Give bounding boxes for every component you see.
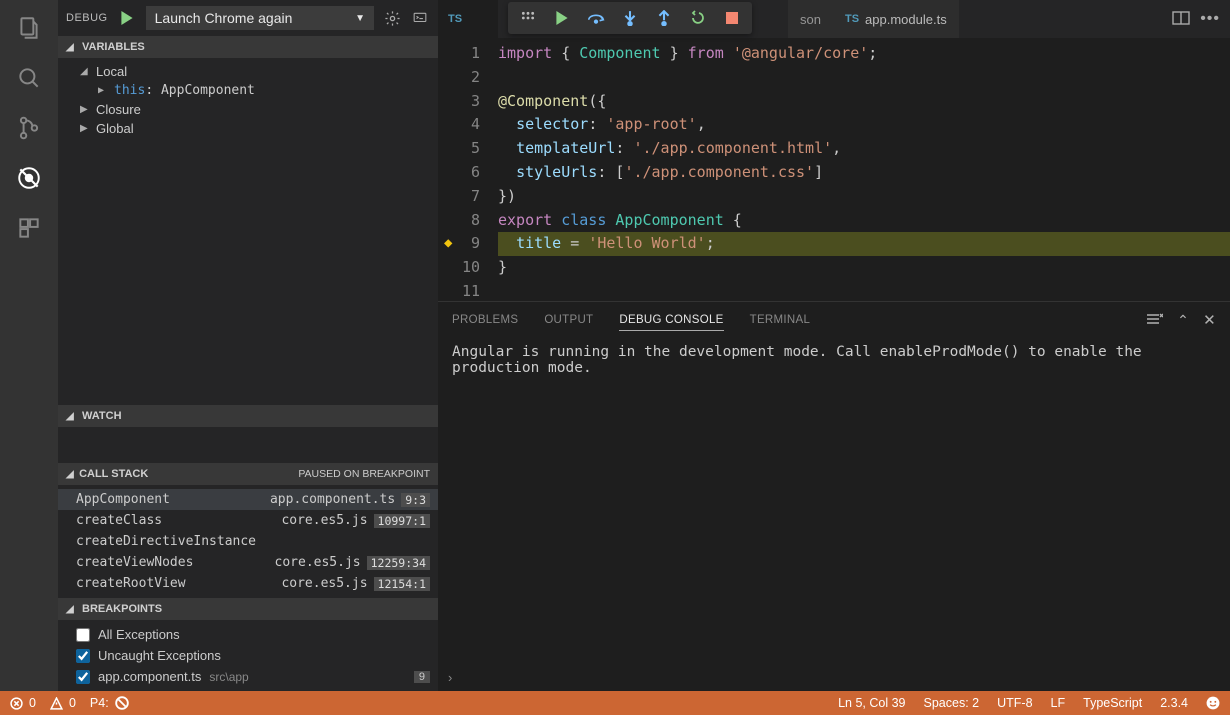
callstack-section-header[interactable]: ◢ CALL STACK PAUSED ON BREAKPOINT — [58, 463, 438, 485]
status-spaces[interactable]: Spaces: 2 — [924, 696, 980, 710]
debug-config-select[interactable]: Launch Chrome again ▼ — [146, 6, 374, 30]
debug-console-output: Angular is running in the development mo… — [438, 338, 1230, 663]
restart-button[interactable] — [682, 4, 714, 32]
tab-label: app.module.ts — [865, 12, 947, 27]
status-eol[interactable]: LF — [1051, 696, 1066, 710]
continue-button[interactable] — [546, 4, 578, 32]
status-encoding[interactable]: UTF-8 — [997, 696, 1032, 710]
status-ts-version[interactable]: 2.3.4 — [1160, 696, 1188, 710]
callstack-frame[interactable]: AppComponentapp.component.ts9:3 — [58, 489, 438, 510]
status-errors[interactable]: 0 — [10, 696, 36, 710]
panel-collapse-icon[interactable]: ⌃ — [1177, 312, 1189, 329]
variables-scope-closure[interactable]: ▶Closure — [58, 100, 438, 119]
status-bar: 0 0 P4: Ln 5, Col 39 Spaces: 2 UTF-8 LF … — [0, 691, 1230, 715]
status-port[interactable]: P4: — [90, 696, 129, 710]
callstack-frame[interactable]: createViewNodescore.es5.js12259:34 — [58, 552, 438, 573]
callstack-status: PAUSED ON BREAKPOINT — [298, 468, 430, 480]
drag-handle-icon[interactable] — [512, 4, 544, 32]
debug-toolbar — [508, 2, 752, 34]
activity-bar — [0, 0, 58, 691]
editor-area: TS son TS app.module.ts ••• 12345678◆9101… — [438, 0, 1230, 691]
breakpoint-checkbox[interactable] — [76, 649, 90, 663]
search-icon[interactable] — [15, 64, 43, 92]
variables-label: VARIABLES — [82, 41, 145, 53]
tab-active-partial[interactable]: TS — [438, 0, 498, 38]
typescript-icon: TS — [448, 13, 462, 25]
feedback-icon[interactable] — [1206, 696, 1220, 710]
watch-section-header[interactable]: ◢WATCH — [58, 405, 438, 427]
watch-label: WATCH — [82, 410, 122, 422]
variables-scope-local[interactable]: ◢Local — [58, 62, 438, 81]
variables-section-header[interactable]: ◢VARIABLES — [58, 36, 438, 58]
variables-this[interactable]: ▶this: AppComponent — [58, 81, 438, 100]
repl-input[interactable]: › — [438, 663, 1230, 691]
split-editor-icon[interactable] — [1172, 10, 1190, 29]
step-over-button[interactable] — [580, 4, 612, 32]
stop-button[interactable] — [716, 4, 748, 32]
more-icon[interactable]: ••• — [1200, 10, 1220, 28]
files-icon[interactable] — [15, 14, 43, 42]
panel-tab-problems[interactable]: PROBLEMS — [452, 310, 518, 330]
status-warnings[interactable]: 0 — [50, 696, 76, 710]
tab-hidden-json[interactable]: son — [788, 0, 833, 38]
debug-config-label: Launch Chrome again — [155, 10, 293, 26]
variables-scope-global[interactable]: ▶Global — [58, 119, 438, 138]
status-cursor[interactable]: Ln 5, Col 39 — [838, 696, 905, 710]
debug-icon[interactable] — [15, 164, 43, 192]
start-debug-button[interactable] — [116, 7, 138, 29]
chevron-down-icon: ▼ — [355, 13, 365, 24]
debug-sidebar: DEBUG Launch Chrome again ▼ ◢VARIABLES ◢… — [58, 0, 438, 691]
clear-console-icon[interactable] — [1145, 312, 1163, 329]
breakpoints-label: BREAKPOINTS — [82, 603, 162, 615]
breakpoints-section-header[interactable]: ◢BREAKPOINTS — [58, 598, 438, 620]
panel-tab-debug-console[interactable]: DEBUG CONSOLE — [619, 310, 723, 331]
panel-tab-output[interactable]: OUTPUT — [544, 310, 593, 330]
breakpoint-marker[interactable]: ◆ — [444, 232, 452, 256]
breakpoint-checkbox[interactable] — [76, 670, 90, 684]
callstack-frame[interactable]: createRootViewcore.es5.js12154:1 — [58, 573, 438, 594]
tab-app-module[interactable]: TS app.module.ts — [833, 0, 959, 38]
breakpoint-row[interactable]: All Exceptions — [58, 624, 438, 645]
breakpoint-row[interactable]: Uncaught Exceptions — [58, 645, 438, 666]
step-out-button[interactable] — [648, 4, 680, 32]
panel-close-icon[interactable]: ✕ — [1203, 311, 1216, 329]
bottom-panel: PROBLEMS OUTPUT DEBUG CONSOLE TERMINAL ⌃… — [438, 301, 1230, 691]
breakpoint-checkbox[interactable] — [76, 628, 90, 642]
callstack-frame[interactable]: createClasscore.es5.js10997:1 — [58, 510, 438, 531]
step-into-button[interactable] — [614, 4, 646, 32]
tab-bar: TS son TS app.module.ts ••• — [438, 0, 1230, 38]
breakpoint-row[interactable]: app.component.tssrc\app9 — [58, 666, 438, 687]
code-editor[interactable]: 12345678◆91011 import { Component } from… — [438, 38, 1230, 301]
gear-icon[interactable] — [382, 8, 402, 28]
watch-body — [58, 427, 438, 463]
panel-tab-terminal[interactable]: TERMINAL — [750, 310, 811, 330]
source-control-icon[interactable] — [15, 114, 43, 142]
debug-console-toggle-icon[interactable] — [410, 8, 430, 28]
callstack-frame[interactable]: createDirectiveInstance — [58, 531, 438, 552]
typescript-icon: TS — [845, 13, 859, 25]
status-language[interactable]: TypeScript — [1083, 696, 1142, 710]
sidebar-title: DEBUG — [66, 12, 108, 24]
extensions-icon[interactable] — [15, 214, 43, 242]
callstack-label: CALL STACK — [79, 468, 148, 480]
